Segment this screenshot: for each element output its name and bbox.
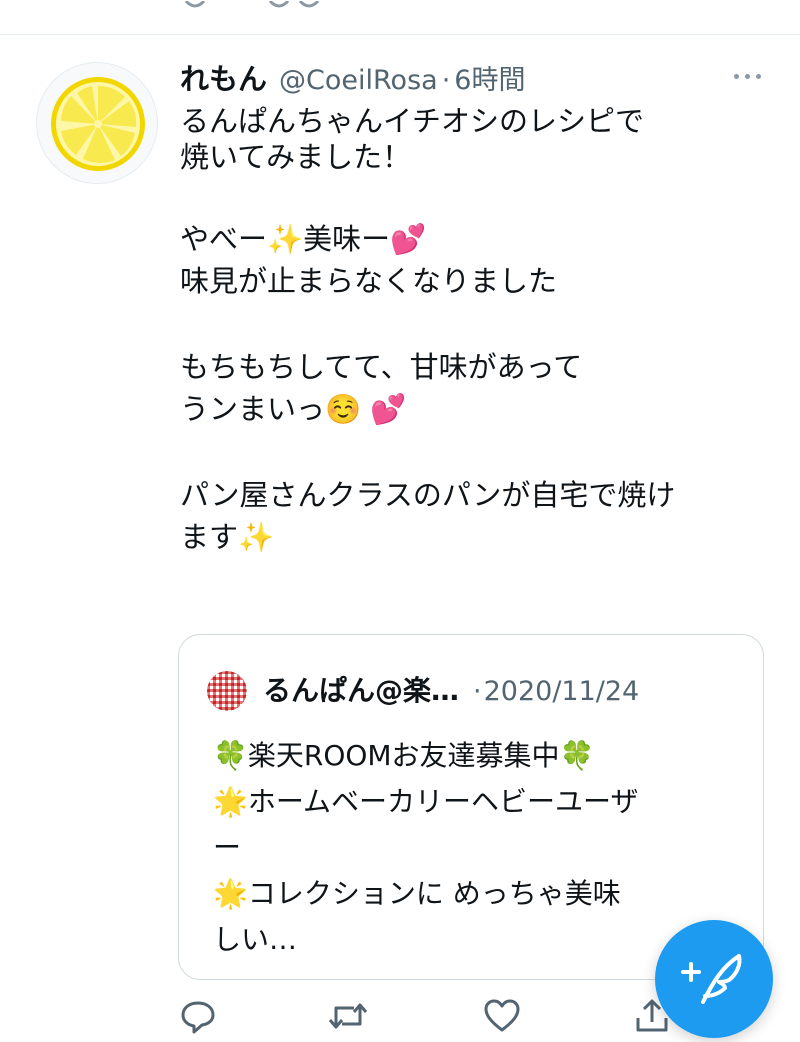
author-avatar[interactable] xyxy=(36,62,158,184)
lemon-slice-avatar-icon xyxy=(51,77,145,171)
quoted-tweet-date[interactable]: 2020/11/24 xyxy=(484,676,640,707)
tweet-line: 焼いてみました！ xyxy=(180,140,412,174)
tweet-line: パン屋さんクラスのパンが自宅で焼け xyxy=(180,478,676,512)
tweet-line: もちもちしてて、甘味があって xyxy=(180,350,583,384)
tweet-line: ます✨ xyxy=(180,520,275,554)
quoted-line: ー xyxy=(213,831,242,864)
quoted-author-name[interactable]: るんぱん@楽… xyxy=(263,669,459,709)
quoted-header-separator: · xyxy=(473,676,482,707)
previous-tweet-fragment xyxy=(0,0,800,14)
more-horizontal-icon[interactable] xyxy=(728,64,768,88)
compose-tweet-button[interactable] xyxy=(655,920,773,1038)
tweet-line: うンまいっ☺️ 💕 xyxy=(180,392,407,426)
quoted-author-avatar[interactable] xyxy=(207,671,247,711)
header-separator: · xyxy=(441,65,451,96)
like-icon[interactable] xyxy=(482,996,522,1036)
previous-tweet-action-fragment xyxy=(184,0,320,8)
compose-feather-icon xyxy=(681,954,742,1004)
quoted-line: 🌟ホームベーカリーヘビーユーザ xyxy=(213,785,639,818)
quoted-line: 🍀楽天ROOMお友達募集中🍀 xyxy=(213,739,595,772)
tweet-line: るんぱんちゃんイチオシのレシピで xyxy=(180,104,645,138)
retweet-icon[interactable] xyxy=(326,996,368,1036)
reply-icon[interactable] xyxy=(178,996,218,1036)
tweet-divider xyxy=(0,34,800,35)
author-name[interactable]: れもん xyxy=(180,56,267,98)
quoted-line: 🌟コレクションに めっちゃ美味 xyxy=(213,877,621,910)
tweet-line: やべー✨美味ー💕 xyxy=(180,222,427,256)
tweet-line: 味見が止まらなくなりました xyxy=(180,264,558,298)
tweet-header: れもん @CoeilRosa · 6時間 xyxy=(180,56,525,98)
quoted-tweet-header: るんぱん@楽… · 2020/11/24 xyxy=(263,669,639,709)
tweet-text: るんぱんちゃんイチオシのレシピで 焼いてみました！ やべー✨美味ー💕 味見が止ま… xyxy=(180,104,770,554)
author-handle[interactable]: @CoeilRosa xyxy=(279,65,438,96)
tweet-timestamp[interactable]: 6時間 xyxy=(454,58,525,97)
gingham-avatar-icon xyxy=(207,671,247,711)
